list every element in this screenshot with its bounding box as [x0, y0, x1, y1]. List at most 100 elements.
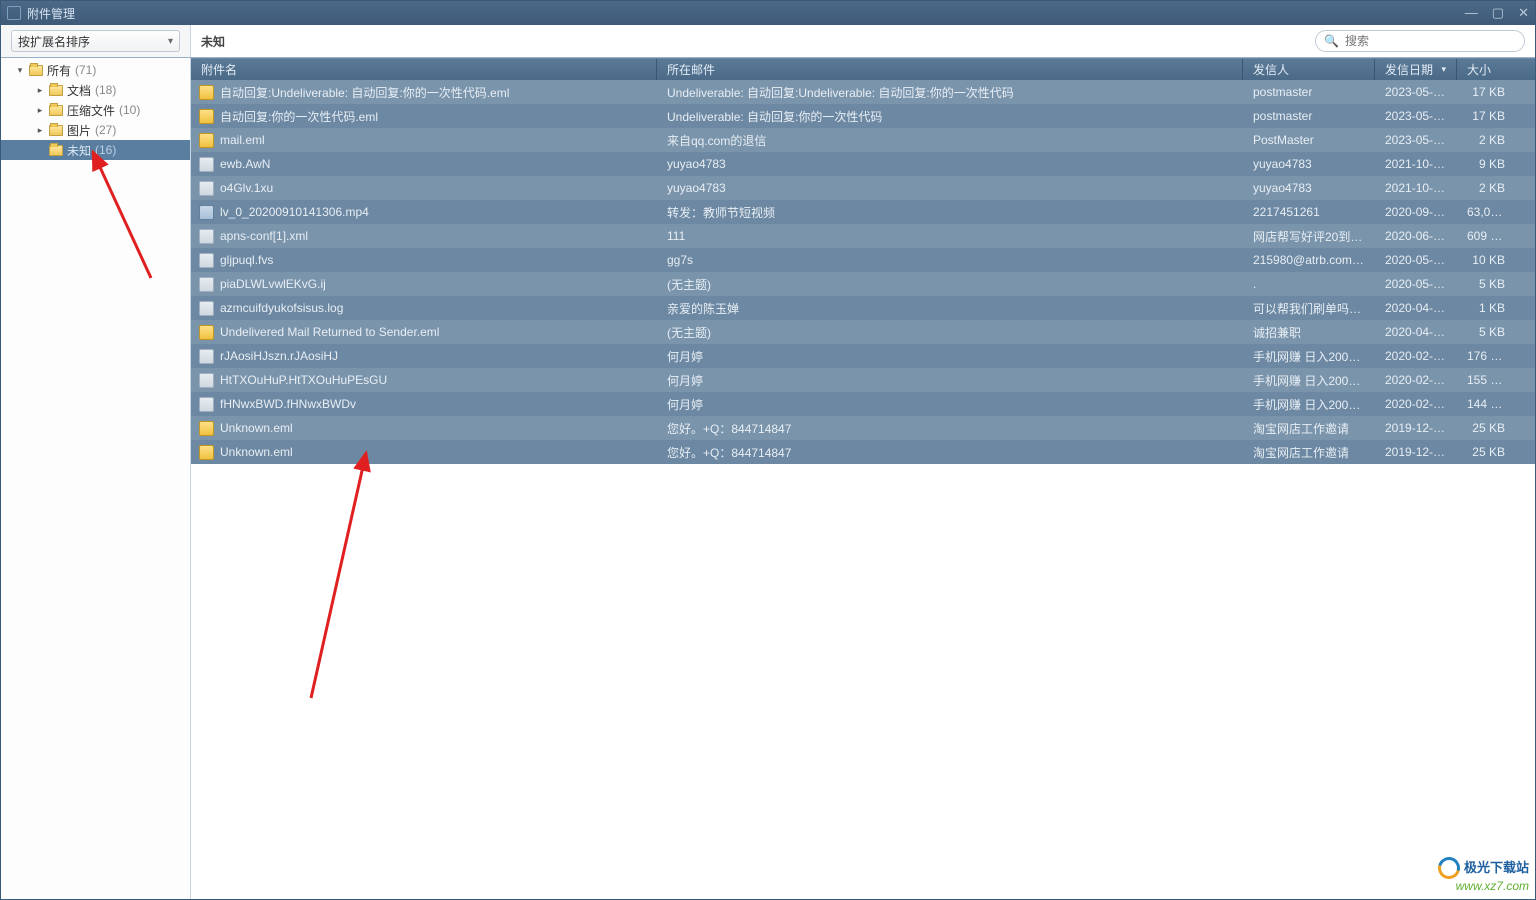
cell-size: 2 KB	[1457, 133, 1515, 147]
file-name: 自动回复:你的一次性代码.eml	[220, 108, 378, 125]
tree-count: (27)	[95, 123, 116, 137]
cell-date: 2019-12-16 ...	[1375, 421, 1457, 435]
cell-size: 2 KB	[1457, 181, 1515, 195]
table-row[interactable]: azmcuifdyukofsisus.log亲爱的陈玉婵可以帮我们刷单吗? 服.…	[191, 296, 1535, 320]
cell-mail: 来自qq.com的退信	[657, 132, 1243, 149]
tree-label: 所有	[47, 62, 71, 79]
cell-mail: (无主题)	[657, 324, 1243, 341]
cell-sender: yuyao4783	[1243, 157, 1375, 171]
file-type-icon	[199, 421, 214, 436]
cell-size: 25 KB	[1457, 445, 1515, 459]
close-button[interactable]: ✕	[1518, 5, 1529, 21]
column-size[interactable]: 大小	[1457, 59, 1515, 80]
folder-icon	[49, 105, 63, 116]
table-row[interactable]: rJAosiHJszn.rJAosiHJ何月婷手机网赚 日入200元 ...20…	[191, 344, 1535, 368]
column-date[interactable]: 发信日期 ▾	[1375, 59, 1457, 80]
file-type-icon	[199, 181, 214, 196]
cell-date: 2020-02-22 ...	[1375, 373, 1457, 387]
table-row[interactable]: 自动回复:你的一次性代码.emlUndeliverable: 自动回复:你的一次…	[191, 104, 1535, 128]
toolbar-left: 按扩展名排序 ▾	[1, 25, 191, 57]
table-row[interactable]: mail.eml来自qq.com的退信PostMaster2023-05-02 …	[191, 128, 1535, 152]
cell-size: 5 KB	[1457, 277, 1515, 291]
tree-count: (10)	[119, 103, 140, 117]
cell-mail: gg7s	[657, 253, 1243, 267]
cell-date: 2020-05-04 ...	[1375, 277, 1457, 291]
file-name: piaDLWLvwlEKvG.ij	[220, 277, 326, 291]
search-input[interactable]	[1345, 34, 1516, 48]
cell-date: 2020-02-22 ...	[1375, 397, 1457, 411]
cell-sender: 可以帮我们刷单吗? 服...	[1243, 300, 1375, 317]
minimize-button[interactable]: —	[1465, 5, 1478, 21]
file-name: rJAosiHJszn.rJAosiHJ	[220, 349, 338, 363]
table-row[interactable]: ewb.AwNyuyao4783yuyao47832021-10-10 ...9…	[191, 152, 1535, 176]
search-box[interactable]: 🔍	[1315, 30, 1525, 52]
table-row[interactable]: piaDLWLvwlEKvG.ij(无主题).2020-05-04 ...5 K…	[191, 272, 1535, 296]
tree-label: 压缩文件	[67, 102, 115, 119]
file-type-icon	[199, 229, 214, 244]
table-row[interactable]: 自动回复:Undeliverable: 自动回复:你的一次性代码.emlUnde…	[191, 80, 1535, 104]
tree-count: (16)	[95, 143, 116, 157]
folder-icon	[29, 65, 43, 76]
toolbar-right: 未知 🔍	[191, 25, 1535, 57]
cell-sender: postmaster	[1243, 85, 1375, 99]
file-type-icon	[199, 373, 214, 388]
file-type-icon	[199, 253, 214, 268]
cell-size: 155 KB	[1457, 373, 1515, 387]
cell-date: 2021-10-10 ...	[1375, 181, 1457, 195]
file-list[interactable]: 自动回复:Undeliverable: 自动回复:你的一次性代码.emlUnde…	[191, 80, 1535, 899]
cell-size: 17 KB	[1457, 85, 1515, 99]
column-name[interactable]: 附件名	[191, 59, 657, 80]
cell-size: 63,099 KB	[1457, 205, 1515, 219]
table-row[interactable]: Undelivered Mail Returned to Sender.eml(…	[191, 320, 1535, 344]
table-row[interactable]: Unknown.eml您好。+Q：844714847淘宝网店工作邀请2019-1…	[191, 440, 1535, 464]
table-row[interactable]: fHNwxBWD.fHNwxBWDv何月婷手机网赚 日入200元 ...2020…	[191, 392, 1535, 416]
tree-item[interactable]: ▸图片 (27)	[1, 120, 190, 140]
table-row[interactable]: Unknown.eml您好。+Q：844714847淘宝网店工作邀请2019-1…	[191, 416, 1535, 440]
table-row[interactable]: apns-conf[1].xml111网店帮写好评20到30...2020-06…	[191, 224, 1535, 248]
cell-sender: 215980@atrb.com.cn	[1243, 253, 1375, 267]
tree-item[interactable]: ▸ 文档 (18)	[1, 80, 190, 100]
tree-item[interactable]: 未知 (16)	[1, 140, 190, 160]
table-row[interactable]: lv_0_20200910141306.mp4转发：教师节短视频22174512…	[191, 200, 1535, 224]
window-title: 附件管理	[27, 5, 1465, 22]
tree-label: 文档	[67, 82, 91, 99]
file-type-icon	[199, 397, 214, 412]
cell-mail: 您好。+Q：844714847	[657, 420, 1243, 437]
disclosure-triangle-icon[interactable]: ▸	[35, 105, 45, 115]
file-type-icon	[199, 349, 214, 364]
scroll-gutter	[1515, 59, 1535, 80]
table-row[interactable]: gljpuql.fvsgg7s215980@atrb.com.cn2020-05…	[191, 248, 1535, 272]
cell-date: 2019-12-16 ...	[1375, 445, 1457, 459]
file-type-icon	[199, 325, 214, 340]
sidebar: ▾ 所有 (71) ▸ 文档 (18) ▸ 压缩文件 (10) ▸图片 (27)未知 (…	[1, 58, 191, 899]
cell-mail: 111	[657, 229, 1243, 243]
cell-size: 25 KB	[1457, 421, 1515, 435]
cell-mail: yuyao4783	[657, 181, 1243, 195]
chevron-down-icon: ▾	[168, 36, 173, 47]
file-type-icon	[199, 85, 214, 100]
file-name: Unknown.eml	[220, 421, 293, 435]
table-row[interactable]: HtTXOuHuP.HtTXOuHuPEsGU何月婷手机网赚 日入200元 ..…	[191, 368, 1535, 392]
titlebar: 附件管理 — ▢ ✕	[1, 1, 1535, 25]
cell-mail: 您好。+Q：844714847	[657, 444, 1243, 461]
file-type-icon	[199, 205, 214, 220]
tree-root[interactable]: ▾ 所有 (71)	[1, 60, 190, 80]
column-mail[interactable]: 所在邮件	[657, 59, 1243, 80]
sort-dropdown[interactable]: 按扩展名排序 ▾	[11, 30, 180, 52]
folder-icon	[49, 85, 63, 96]
column-sender[interactable]: 发信人	[1243, 59, 1375, 80]
disclosure-triangle-icon[interactable]: ▾	[15, 65, 25, 75]
cell-mail: 转发：教师节短视频	[657, 204, 1243, 221]
cell-mail: 何月婷	[657, 348, 1243, 365]
cell-sender: 淘宝网店工作邀请	[1243, 444, 1375, 461]
tree-count: (18)	[95, 83, 116, 97]
disclosure-triangle-icon[interactable]: ▸	[35, 125, 45, 135]
tree-item[interactable]: ▸ 压缩文件 (10)	[1, 100, 190, 120]
maximize-button[interactable]: ▢	[1492, 5, 1504, 21]
file-type-icon	[199, 445, 214, 460]
table-row[interactable]: o4Glv.1xuyuyao4783yuyao47832021-10-10 ..…	[191, 176, 1535, 200]
cell-size: 609 KB	[1457, 229, 1515, 243]
file-name: fHNwxBWD.fHNwxBWDv	[220, 397, 356, 411]
disclosure-spacer	[35, 145, 45, 155]
disclosure-triangle-icon[interactable]: ▸	[35, 85, 45, 95]
